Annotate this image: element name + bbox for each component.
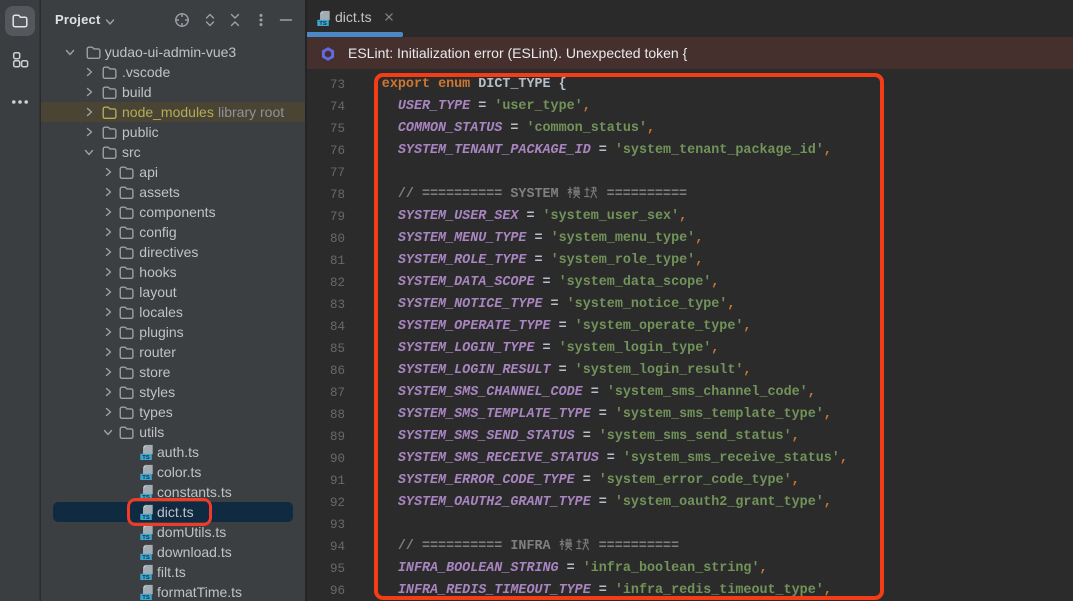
svg-text:TS: TS: [142, 595, 150, 600]
svg-text:TS: TS: [142, 555, 150, 560]
svg-text:TS: TS: [142, 575, 150, 580]
svg-text:TS: TS: [319, 21, 327, 26]
svg-text:TS: TS: [142, 475, 150, 480]
svg-text:TS: TS: [142, 455, 150, 460]
svg-text:TS: TS: [142, 535, 150, 540]
